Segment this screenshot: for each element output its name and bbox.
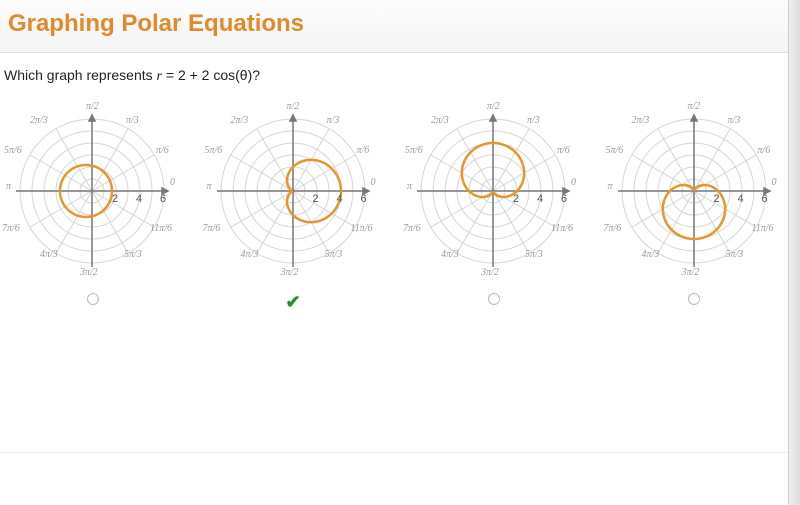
radio-c[interactable] bbox=[401, 292, 586, 310]
radial-label: 4 bbox=[738, 193, 744, 205]
angle-label: π bbox=[6, 181, 11, 192]
polar-graph-a: π/2 π/3 π/6 0 11π/6 5π/3 3π/2 4π/3 7π/6 … bbox=[0, 99, 185, 284]
angle-label: 7π/6 bbox=[403, 223, 421, 234]
radio-icon bbox=[488, 293, 500, 305]
radial-label: 2 bbox=[714, 193, 720, 205]
angle-label: π bbox=[207, 181, 212, 192]
angle-label: π/6 bbox=[758, 145, 771, 156]
angle-label: 4π/3 bbox=[441, 249, 459, 260]
question-text: Which graph represents r = 2 + 2 cos(θ)? bbox=[0, 53, 800, 95]
section-divider bbox=[0, 452, 788, 453]
option-d[interactable]: π/2 π/3 π/6 0 11π/6 5π/3 3π/2 4π/3 7π/6 … bbox=[602, 99, 800, 313]
options-row: π/2 π/3 π/6 0 11π/6 5π/3 3π/2 4π/3 7π/6 … bbox=[0, 95, 800, 313]
angle-label: π/6 bbox=[557, 145, 570, 156]
angle-label: 2π/3 bbox=[632, 115, 650, 126]
scrollbar[interactable] bbox=[788, 0, 800, 505]
angle-label: 11π/6 bbox=[752, 223, 774, 234]
angle-label: π/2 bbox=[487, 101, 500, 112]
angle-label: 7π/6 bbox=[2, 223, 20, 234]
angle-label: π/3 bbox=[126, 115, 139, 126]
radial-label: 6 bbox=[762, 193, 768, 205]
angle-label: 5π/6 bbox=[205, 145, 223, 156]
angle-label: 0 bbox=[371, 177, 376, 188]
angle-label: 5π/3 bbox=[124, 249, 142, 260]
angle-label: 7π/6 bbox=[604, 223, 622, 234]
page-title: Graphing Polar Equations bbox=[8, 10, 792, 38]
angle-label: π/3 bbox=[728, 115, 741, 126]
angle-label: π bbox=[407, 181, 412, 192]
angle-label: π/6 bbox=[357, 145, 370, 156]
radio-b-correct[interactable]: ✔ bbox=[201, 292, 386, 313]
angle-label: π/6 bbox=[156, 145, 169, 156]
option-c[interactable]: π/2 π/3 π/6 0 11π/6 5π/3 3π/2 4π/3 7π/6 … bbox=[401, 99, 600, 313]
angle-label: 0 bbox=[170, 177, 175, 188]
angle-label: 5π/6 bbox=[405, 145, 423, 156]
polar-graph-d: π/2 π/3 π/6 0 11π/6 5π/3 3π/2 4π/3 7π/6 … bbox=[602, 99, 787, 284]
angle-label: 5π/3 bbox=[525, 249, 543, 260]
radio-icon bbox=[688, 293, 700, 305]
option-a[interactable]: π/2 π/3 π/6 0 11π/6 5π/3 3π/2 4π/3 7π/6 … bbox=[0, 99, 199, 313]
radial-label: 6 bbox=[361, 193, 367, 205]
radio-icon bbox=[87, 293, 99, 305]
angle-label: 5π/6 bbox=[606, 145, 624, 156]
radial-label: 6 bbox=[160, 193, 166, 205]
angle-label: 3π/2 bbox=[281, 267, 299, 278]
angle-label: 4π/3 bbox=[241, 249, 259, 260]
radial-label: 2 bbox=[513, 193, 519, 205]
angle-label: 5π/3 bbox=[726, 249, 744, 260]
radio-a[interactable] bbox=[0, 292, 185, 310]
angle-label: 2π/3 bbox=[30, 115, 48, 126]
polar-graph-b: π/2 π/3 π/6 0 11π/6 5π/3 3π/2 4π/3 7π/6 … bbox=[201, 99, 386, 284]
radial-label: 4 bbox=[537, 193, 543, 205]
angle-label: 11π/6 bbox=[150, 223, 172, 234]
angle-label: 3π/2 bbox=[80, 267, 98, 278]
question-equation: = 2 + 2 cos(θ)? bbox=[162, 67, 260, 83]
angle-label: 2π/3 bbox=[231, 115, 249, 126]
angle-label: 11π/6 bbox=[351, 223, 373, 234]
angle-label: 0 bbox=[772, 177, 777, 188]
radio-d[interactable] bbox=[602, 292, 787, 310]
angle-label: 5π/6 bbox=[4, 145, 22, 156]
angle-label: 3π/2 bbox=[481, 267, 499, 278]
angle-label: 3π/2 bbox=[682, 267, 700, 278]
angle-label: 0 bbox=[571, 177, 576, 188]
angle-label: 4π/3 bbox=[40, 249, 58, 260]
radial-label: 2 bbox=[112, 193, 118, 205]
radial-label: 4 bbox=[337, 193, 343, 205]
radial-label: 6 bbox=[561, 193, 567, 205]
radial-label: 4 bbox=[136, 193, 142, 205]
angle-label: π/2 bbox=[287, 101, 300, 112]
angle-label: π/3 bbox=[527, 115, 540, 126]
title-bar: Graphing Polar Equations bbox=[0, 0, 800, 53]
angle-label: 2π/3 bbox=[431, 115, 449, 126]
polar-graph-c: π/2 π/3 π/6 0 11π/6 5π/3 3π/2 4π/3 7π/6 … bbox=[401, 99, 586, 284]
angle-label: π/3 bbox=[327, 115, 340, 126]
angle-label: 4π/3 bbox=[642, 249, 660, 260]
angle-label: 11π/6 bbox=[551, 223, 573, 234]
angle-label: π/2 bbox=[688, 101, 701, 112]
angle-label: π bbox=[608, 181, 613, 192]
radial-label: 2 bbox=[313, 193, 319, 205]
option-b[interactable]: π/2 π/3 π/6 0 11π/6 5π/3 3π/2 4π/3 7π/6 … bbox=[201, 99, 400, 313]
check-icon: ✔ bbox=[285, 292, 300, 313]
angle-label: 5π/3 bbox=[325, 249, 343, 260]
angle-label: 7π/6 bbox=[203, 223, 221, 234]
angle-label: π/2 bbox=[86, 101, 99, 112]
question-prefix: Which graph represents bbox=[4, 67, 157, 83]
